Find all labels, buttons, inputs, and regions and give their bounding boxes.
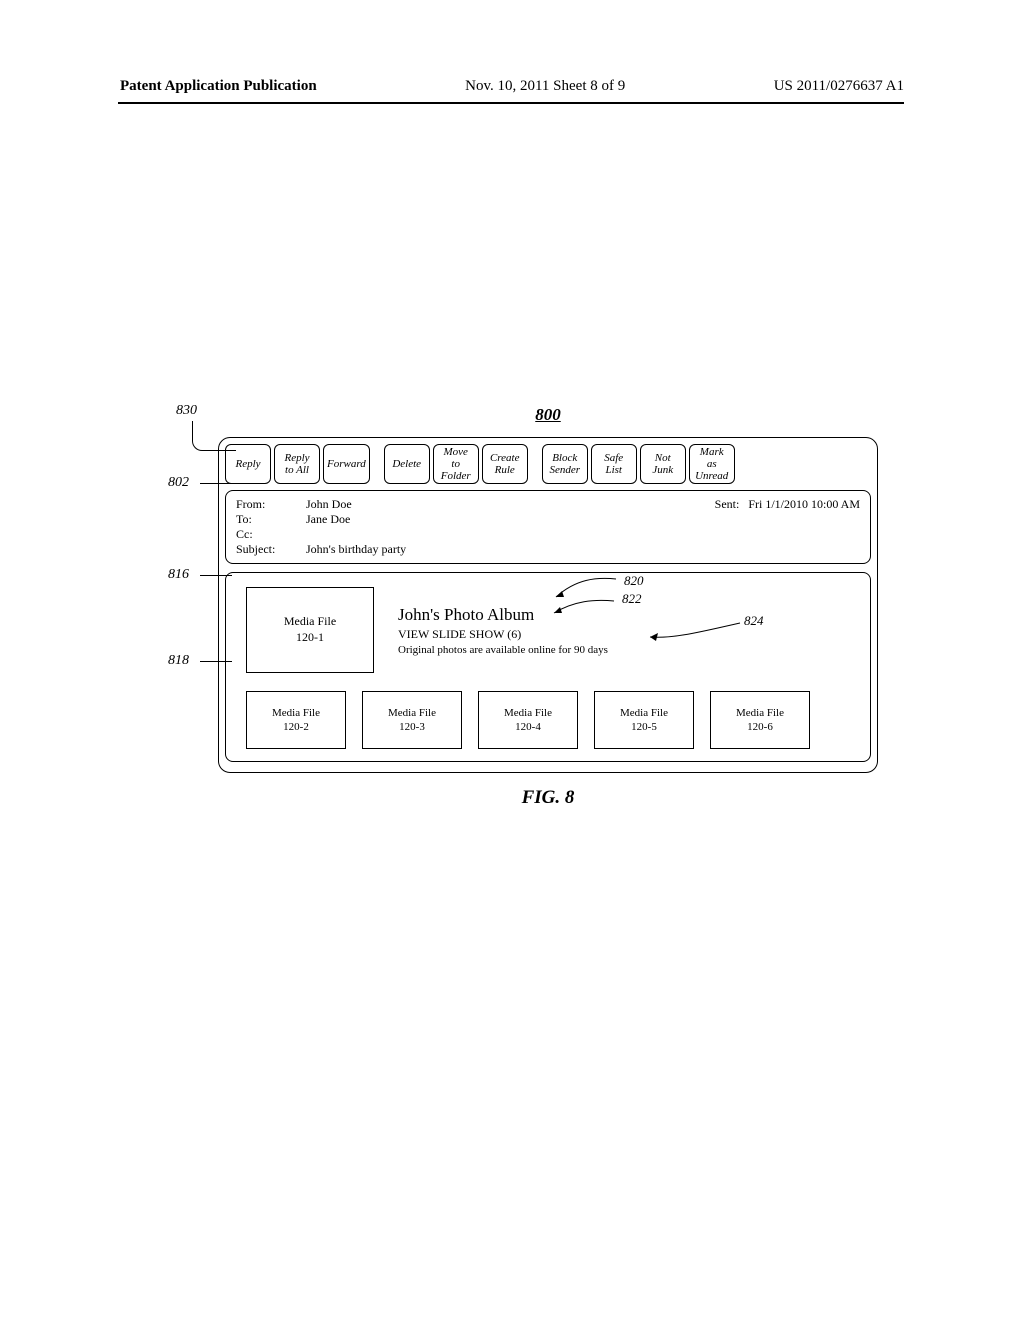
mark-unread-button[interactable]: MarkasUnread bbox=[689, 444, 735, 484]
message-body: Media File120-1 John's Photo Album VIEW … bbox=[225, 572, 871, 762]
toolbar: Reply Replyto All Forward Delete MovetoF… bbox=[225, 444, 871, 484]
subject-value: John's birthday party bbox=[306, 542, 406, 557]
forward-button[interactable]: Forward bbox=[323, 444, 370, 484]
ref-818: 818 bbox=[168, 653, 189, 669]
from-label: From: bbox=[236, 497, 306, 512]
message-header: From: John Doe To: Jane Doe Cc: Subject:… bbox=[225, 490, 871, 564]
media-file-4[interactable]: Media File120-4 bbox=[478, 691, 578, 749]
cc-label: Cc: bbox=[236, 527, 306, 542]
media-file-6[interactable]: Media File120-6 bbox=[710, 691, 810, 749]
ref-800: 800 bbox=[156, 405, 940, 425]
media-file-3[interactable]: Media File120-3 bbox=[362, 691, 462, 749]
ref-802-tick bbox=[200, 483, 232, 484]
ref-822: 822 bbox=[622, 591, 642, 607]
album-note: Original photos are available online for… bbox=[398, 644, 608, 656]
header-left: Patent Application Publication bbox=[120, 78, 317, 95]
ref-816-tick bbox=[200, 575, 232, 576]
safe-list-button[interactable]: SafeList bbox=[591, 444, 637, 484]
ref-824: 824 bbox=[744, 613, 764, 629]
email-window: Reply Replyto All Forward Delete MovetoF… bbox=[218, 437, 878, 773]
move-to-folder-button[interactable]: MovetoFolder bbox=[433, 444, 479, 484]
sent-value: Fri 1/1/2010 10:00 AM bbox=[748, 497, 860, 511]
figure-caption: FIG. 8 bbox=[218, 787, 878, 809]
ref-820: 820 bbox=[624, 573, 644, 589]
toolbar-group-1: Reply Replyto All Forward bbox=[225, 444, 370, 484]
view-slideshow-link[interactable]: VIEW SLIDE SHOW (6) bbox=[398, 627, 608, 642]
email-outer: Reply Replyto All Forward Delete MovetoF… bbox=[218, 437, 878, 773]
reply-all-button[interactable]: Replyto All bbox=[274, 444, 320, 484]
ref-802: 802 bbox=[168, 475, 189, 491]
ref-816: 816 bbox=[168, 567, 189, 583]
sent-field: Sent: Fri 1/1/2010 10:00 AM bbox=[715, 497, 860, 512]
album-row: Media File120-1 John's Photo Album VIEW … bbox=[246, 587, 856, 673]
header-rule bbox=[118, 102, 904, 104]
sent-label: Sent: bbox=[715, 497, 740, 511]
media-file-2[interactable]: Media File120-2 bbox=[246, 691, 346, 749]
ref-830-leader bbox=[192, 421, 236, 451]
header-right: US 2011/0276637 A1 bbox=[774, 78, 904, 95]
media-file-1[interactable]: Media File120-1 bbox=[246, 587, 374, 673]
header-center: Nov. 10, 2011 Sheet 8 of 9 bbox=[465, 78, 625, 95]
from-value: John Doe bbox=[306, 497, 352, 512]
thumbnail-row: Media File120-2 Media File120-3 Media Fi… bbox=[246, 691, 856, 749]
not-junk-button[interactable]: NotJunk bbox=[640, 444, 686, 484]
toolbar-group-2: Delete MovetoFolder CreateRule bbox=[384, 444, 528, 484]
ref-818-tick bbox=[200, 661, 232, 662]
figure-8: 830 800 802 816 818 Reply Replyto All Fo… bbox=[120, 405, 904, 809]
create-rule-button[interactable]: CreateRule bbox=[482, 444, 528, 484]
to-label: To: bbox=[236, 512, 306, 527]
media-file-5[interactable]: Media File120-5 bbox=[594, 691, 694, 749]
toolbar-group-3: BlockSender SafeList NotJunk MarkasUnrea… bbox=[542, 444, 735, 484]
subject-label: Subject: bbox=[236, 542, 306, 557]
to-value: Jane Doe bbox=[306, 512, 350, 527]
page-header: Patent Application Publication Nov. 10, … bbox=[120, 78, 904, 95]
block-sender-button[interactable]: BlockSender bbox=[542, 444, 588, 484]
delete-button[interactable]: Delete bbox=[384, 444, 430, 484]
